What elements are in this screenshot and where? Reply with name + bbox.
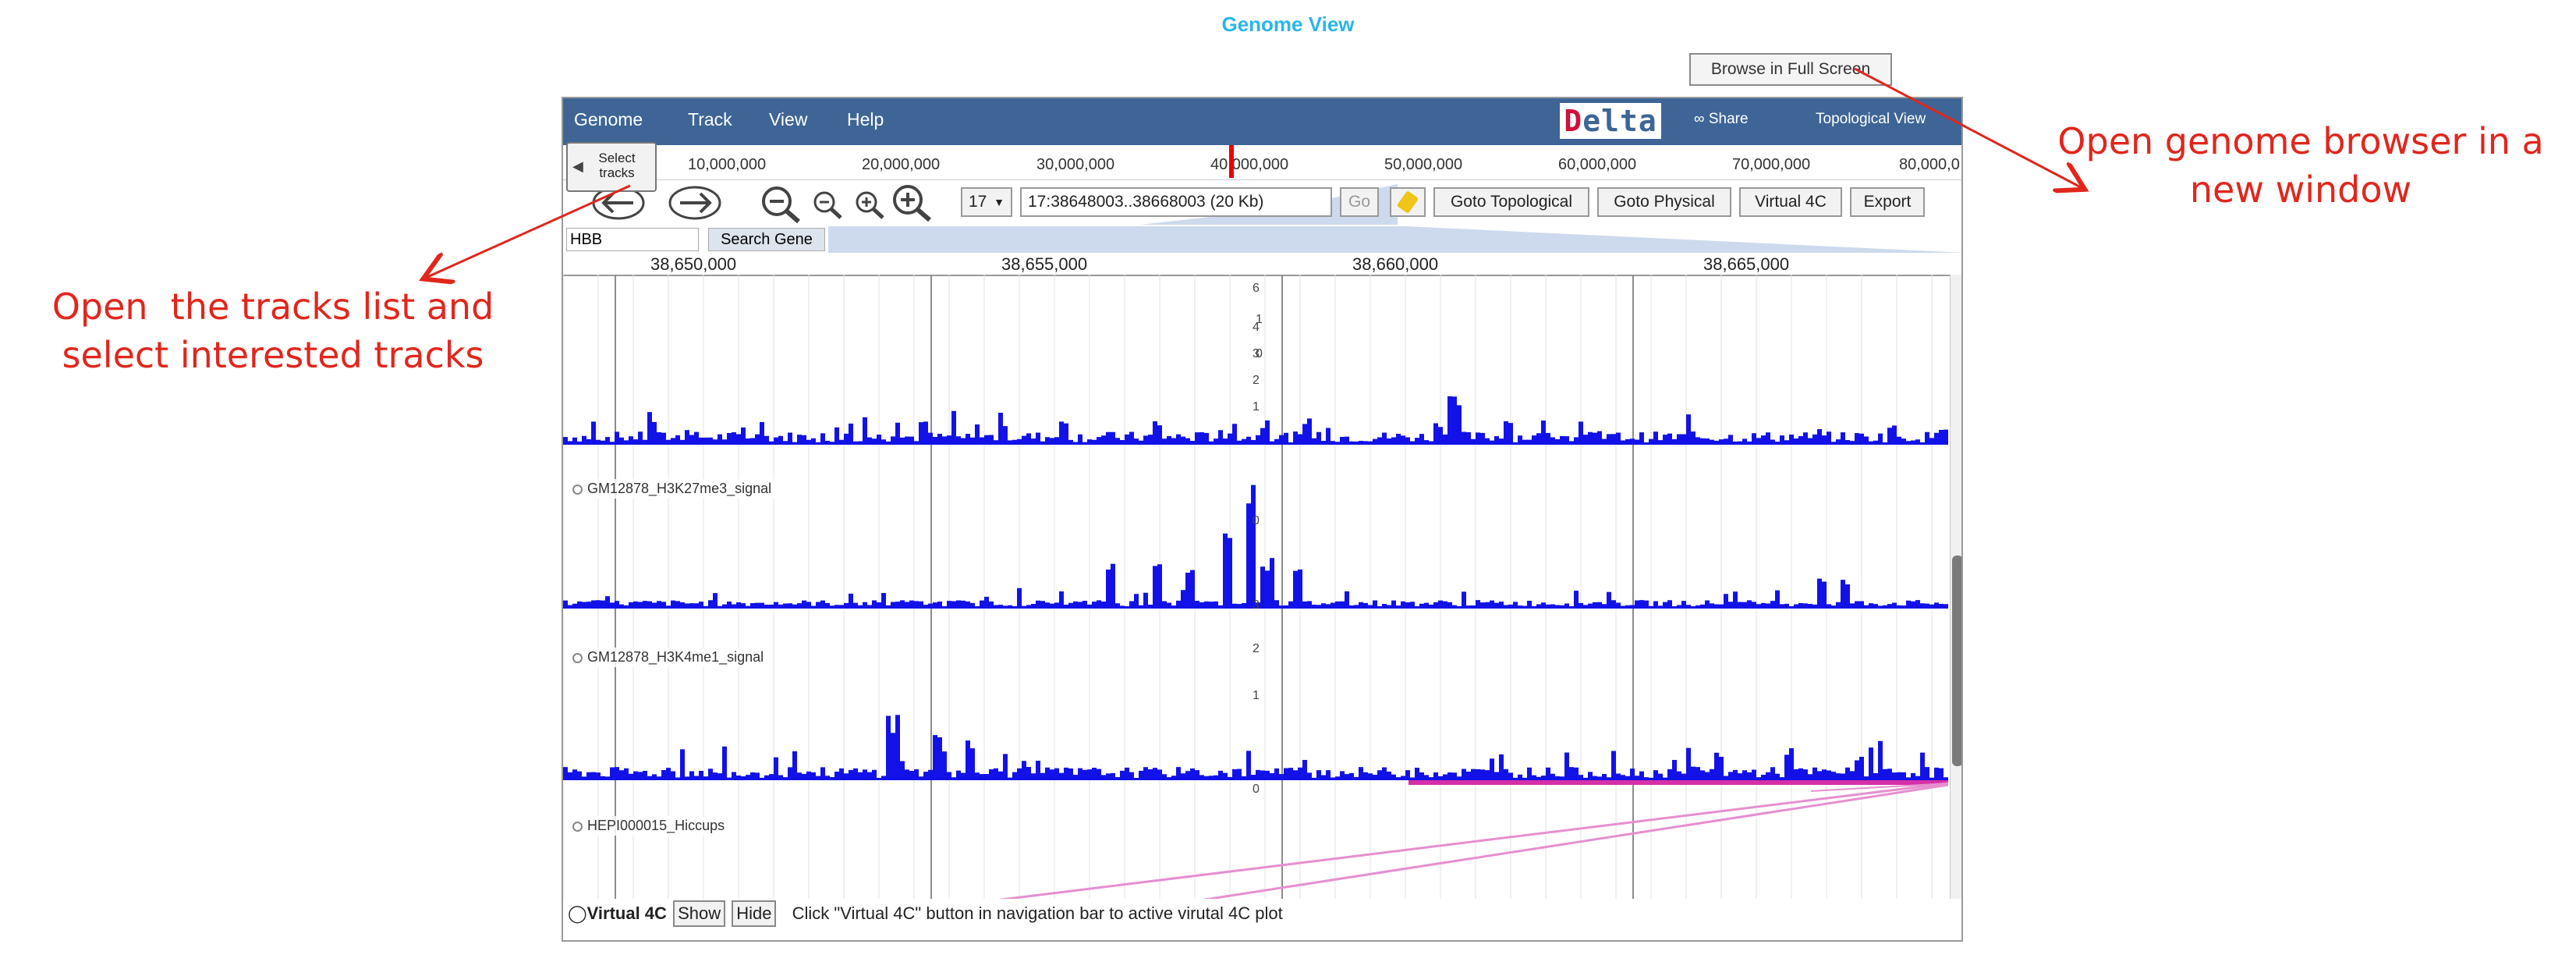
arrow-to-select-tracks bbox=[427, 184, 631, 277]
annotation-select-tracks: Open the tracks list and select interest… bbox=[51, 286, 494, 376]
annotation-fullscreen: Open genome browser in a new window bbox=[2057, 120, 2544, 211]
